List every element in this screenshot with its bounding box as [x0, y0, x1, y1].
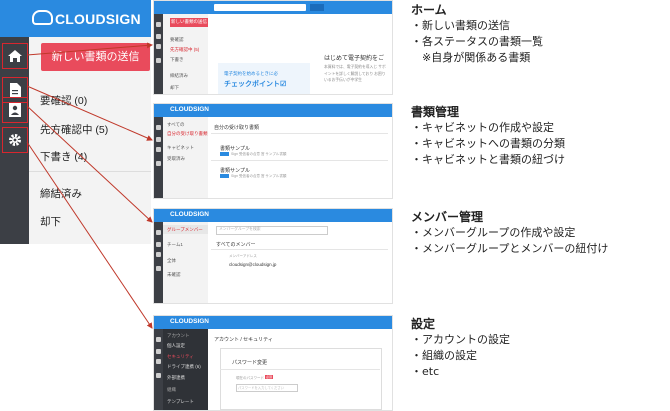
description-heading: メンバー管理 — [411, 210, 484, 224]
description-line: ・メンバーグループの作成や設定 — [411, 226, 576, 239]
description-line: ・組織の設定 — [411, 349, 477, 362]
description-documents: 書類管理 ・キャビネットの作成や設定 ・キャビネットへの書類の分類 ・キャビネッ… — [411, 104, 565, 168]
description-line: ・メンバーグループとメンバーの紐付け — [411, 242, 609, 255]
description-members: メンバー管理 ・メンバーグループの作成や設定 ・メンバーグループとメンバーの紐付… — [411, 209, 608, 257]
description-line: ・新しい書類の送信 — [411, 19, 510, 32]
description-heading: 書類管理 — [411, 105, 460, 119]
description-line: ・各ステータスの書類一覧 — [411, 35, 543, 48]
arrow-members — [26, 105, 153, 223]
arrow-home — [26, 42, 153, 56]
description-line: ・キャビネットへの書類の分類 — [411, 137, 565, 150]
description-line: ・キャビネットと書類の紐づけ — [411, 153, 565, 166]
arrow-settings — [26, 141, 153, 329]
description-home: ホーム ・新しい書類の送信 ・各ステータスの書類一覧 ※自身が関係ある書類 — [411, 2, 543, 66]
connector-arrows — [26, 42, 153, 329]
description-line: ※自身が関係ある書類 — [411, 51, 531, 64]
description-heading: 設定 — [411, 317, 436, 331]
description-line: ・キャビネットの作成や設定 — [411, 121, 554, 134]
description-line: ・etc — [411, 365, 440, 378]
description-settings: 設定 ・アカウントの設定 ・組織の設定 ・etc — [411, 316, 510, 380]
description-line: ・アカウントの設定 — [411, 333, 510, 346]
description-heading: ホーム — [411, 3, 447, 17]
arrow-documents — [26, 85, 153, 141]
